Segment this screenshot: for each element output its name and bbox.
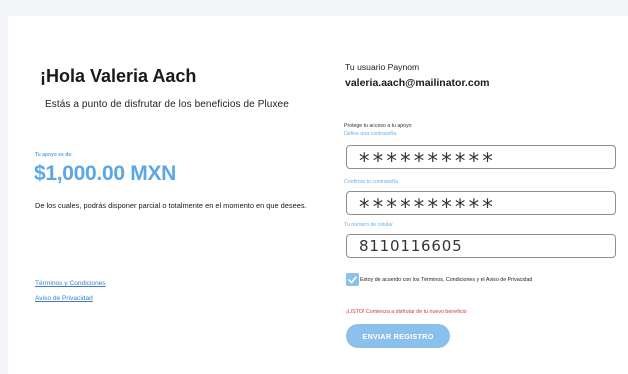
password-value: ********** — [359, 148, 496, 169]
ready-message: ¡LISTO! Comienza a disfrutar de tu nuevo… — [346, 309, 467, 315]
registration-card: ¡Hola Valeria Aach Estás a punto de disf… — [8, 16, 628, 374]
password-field[interactable]: ********** — [346, 145, 616, 169]
privacy-link[interactable]: Aviso de Privacidad — [35, 295, 93, 302]
terms-checkbox[interactable] — [346, 273, 359, 286]
confirm-password-field[interactable]: ********** — [346, 191, 616, 215]
support-label: Tu apoyo es de: — [35, 152, 73, 158]
greeting-title: ¡Hola Valeria Aach — [40, 66, 197, 86]
confirm-password-value: ********** — [359, 194, 496, 215]
password-label: Define una contraseña — [344, 131, 397, 137]
check-icon — [348, 275, 357, 283]
terms-agreement-text: Estoy de acuerdo con los Términos, Condi… — [360, 277, 533, 283]
confirm-password-label: Confirma tu contraseña — [344, 179, 398, 185]
protect-access-label: Protege tu acceso a tu apoyo — [344, 123, 412, 129]
phone-field[interactable]: 8110116605 — [346, 234, 616, 258]
phone-label: Tu número de celular — [344, 222, 393, 228]
terms-link[interactable]: Términos y Condiciones — [35, 280, 106, 287]
phone-value: 8110116605 — [359, 237, 463, 255]
user-email: valeria.aach@mailinator.com — [345, 77, 490, 89]
support-amount: $1,000.00 MXN — [34, 162, 177, 185]
user-label: Tu usuario Paynom — [345, 62, 420, 72]
support-description: De los cuales, podrás disponer parcial o… — [35, 201, 307, 210]
benefits-subtitle: Estás a punto de disfrutar de los benefi… — [45, 99, 289, 110]
submit-registration-button[interactable]: ENVIAR REGISTRO — [346, 324, 450, 348]
